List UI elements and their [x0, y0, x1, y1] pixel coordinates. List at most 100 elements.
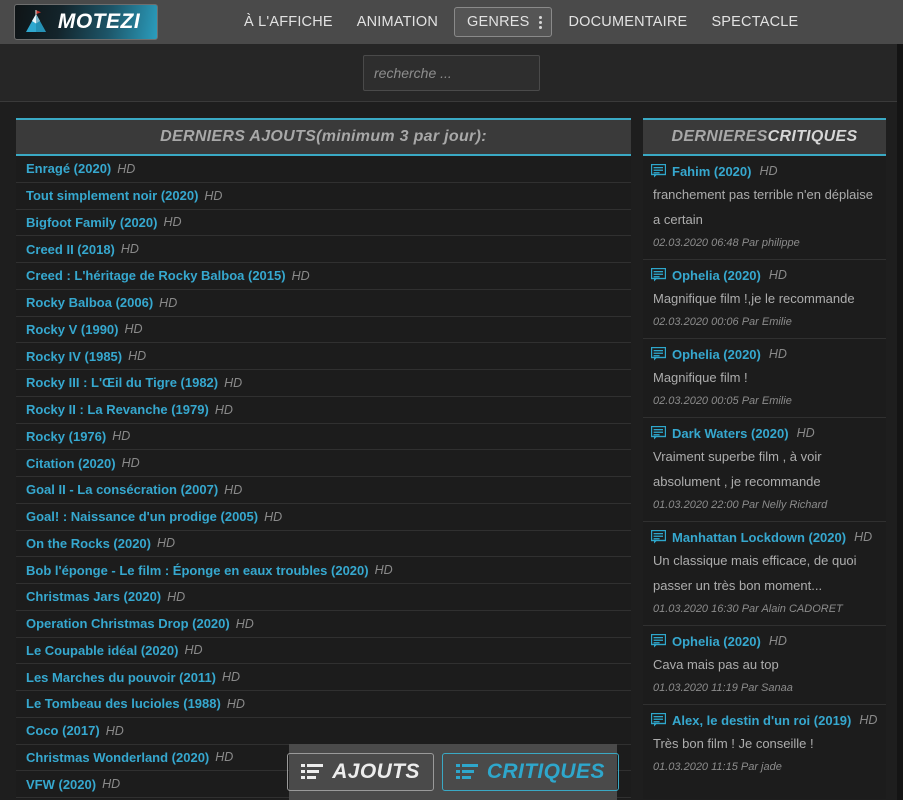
additions-item-quality: HD: [226, 696, 245, 711]
additions-item-quality: HD: [117, 161, 136, 176]
additions-item-title: Operation Christmas Drop (2020): [26, 616, 230, 632]
review-item: Dark Waters (2020) HD Vraiment superbe fil…: [643, 418, 886, 522]
review-item-meta: 01.03.2020 16:30 Par Alain CADORET: [653, 603, 843, 615]
additions-list-item[interactable]: Goal! : Naissance d'un prodige (2005) HD: [16, 504, 631, 531]
review-item-header[interactable]: Ophelia (2020) HD: [651, 630, 878, 652]
additions-item-title: Les Marches du pouvoir (2011): [26, 669, 217, 685]
additions-list-item[interactable]: Tout simplement noir (2020) HD: [16, 183, 631, 210]
review-item-header[interactable]: Alex, le destin d'un roi (2019) HD: [651, 709, 878, 731]
additions-list-item[interactable]: Bigfoot Family (2020) HD: [16, 210, 631, 237]
additions-item-quality: HD: [128, 349, 147, 364]
review-item-meta: 01.03.2020 22:00 Par Nelly Richard: [653, 499, 828, 511]
additions-item-quality: HD: [184, 643, 203, 658]
mountain-flag-icon: [26, 10, 46, 32]
additions-list: Enragé (2020) HD Tout simplement noir (202…: [16, 156, 631, 798]
additions-list-item[interactable]: Goal II - La consécration (2007) HD: [16, 477, 631, 504]
additions-item-title: Le Coupable idéal (2020): [26, 642, 179, 658]
additions-list-item[interactable]: Creed : L'héritage de Rocky Balboa (2015…: [16, 263, 631, 290]
comment-icon: [651, 268, 666, 282]
review-item-title: Dark Waters (2020): [672, 425, 789, 441]
review-item-quality: HD: [854, 530, 873, 544]
additions-item-title: Rocky Balboa (2006): [26, 295, 154, 311]
additions-item-quality: HD: [222, 670, 241, 685]
review-item-meta: 02.03.2020 00:06 Par Emilie: [653, 316, 792, 328]
page-scrollbar[interactable]: [897, 44, 903, 800]
additions-list-item[interactable]: Les Marches du pouvoir (2011) HD: [16, 664, 631, 691]
review-item-header[interactable]: Ophelia (2020) HD: [651, 264, 878, 286]
additions-list-item[interactable]: Creed II (2018) HD: [16, 236, 631, 263]
additions-list-item[interactable]: Le Coupable idéal (2020) HD: [16, 638, 631, 665]
additions-item-title: Christmas Wonderland (2020): [26, 749, 210, 765]
review-item-quality: HD: [768, 634, 787, 648]
toggle-critiques-button[interactable]: CRITIQUES: [441, 753, 619, 791]
review-item-title: Ophelia (2020): [672, 346, 761, 362]
additions-list-item[interactable]: Rocky III : L'Œil du Tigre (1982) HD: [16, 370, 631, 397]
additions-list-item[interactable]: Rocky IV (1985) HD: [16, 343, 631, 370]
additions-panel-header: DERNIERS AJOUTS (minimum 3 par jour):: [16, 118, 631, 156]
additions-list-item[interactable]: Enragé (2020) HD: [16, 156, 631, 183]
additions-list-item[interactable]: Bob l'éponge - Le film : Éponge en eaux …: [16, 557, 631, 584]
review-item-text: Vraiment superbe film , à voir absolumen…: [653, 449, 822, 489]
additions-item-title: Christmas Jars (2020): [26, 589, 162, 605]
nav-item-animation[interactable]: ANIMATION: [345, 8, 450, 36]
main-content: DERNIERS AJOUTS (minimum 3 par jour): En…: [0, 102, 903, 799]
comment-icon: [651, 530, 666, 544]
additions-list-item[interactable]: Rocky Balboa (2006) HD: [16, 290, 631, 317]
additions-item-title: Bigfoot Family (2020): [26, 214, 158, 230]
additions-item-quality: HD: [204, 188, 223, 203]
toggle-ajouts-button[interactable]: AJOUTS: [287, 753, 434, 791]
additions-panel: DERNIERS AJOUTS (minimum 3 par jour): En…: [16, 118, 631, 799]
review-item-header[interactable]: Manhattan Lockdown (2020) HD: [651, 526, 878, 548]
additions-item-quality: HD: [105, 723, 124, 738]
review-item-title: Fahim (2020): [672, 163, 752, 179]
review-item-title: Alex, le destin d'un roi (2019): [672, 712, 852, 728]
review-item-quality: HD: [759, 164, 778, 178]
toggle-ajouts-label: AJOUTS: [332, 760, 420, 783]
additions-item-quality: HD: [120, 242, 139, 257]
review-item-text: Cava mais pas au top: [653, 657, 779, 672]
kebab-menu-icon[interactable]: [539, 15, 543, 29]
review-item-header[interactable]: Fahim (2020) HD: [651, 160, 878, 182]
comment-icon: [651, 426, 666, 440]
additions-item-quality: HD: [374, 563, 393, 578]
additions-list-item[interactable]: Rocky II : La Revanche (1979) HD: [16, 397, 631, 424]
additions-item-quality: HD: [235, 616, 254, 631]
additions-list-item[interactable]: On the Rocks (2020) HD: [16, 531, 631, 558]
review-item: Fahim (2020) HD franchement pas terrible n…: [643, 156, 886, 260]
review-item: Ophelia (2020) HD Cava mais pas au top 01.0…: [643, 626, 886, 705]
review-item-quality: HD: [768, 347, 787, 361]
reviews-panel-header: DERNIERES CRITIQUES: [643, 118, 886, 156]
nav-item-spectacle[interactable]: SPECTACLE: [699, 8, 810, 36]
additions-item-quality: HD: [224, 375, 243, 390]
review-item-header[interactable]: Ophelia (2020) HD: [651, 343, 878, 365]
top-navbar: MOTEZI À L'AFFICHE ANIMATION GENRES DOCU…: [0, 0, 903, 44]
additions-list-item[interactable]: Rocky V (1990) HD: [16, 317, 631, 344]
review-item-meta: 01.03.2020 11:15 Par jade: [653, 761, 782, 773]
additions-item-title: Goal! : Naissance d'un prodige (2005): [26, 509, 259, 525]
comment-icon: [651, 164, 666, 178]
list-icon: [455, 764, 478, 779]
additions-item-quality: HD: [102, 777, 121, 792]
review-item-quality: HD: [768, 268, 787, 282]
additions-list-item[interactable]: Citation (2020) HD: [16, 450, 631, 477]
additions-item-title: Rocky V (1990): [26, 321, 119, 337]
additions-item-title: Tout simplement noir (2020): [26, 188, 199, 204]
brand-logo-button[interactable]: MOTEZI: [14, 4, 158, 40]
review-item: Manhattan Lockdown (2020) HD Un classique …: [643, 522, 886, 626]
additions-list-item[interactable]: Le Tombeau des lucioles (1988) HD: [16, 691, 631, 718]
additions-list-item[interactable]: Operation Christmas Drop (2020) HD: [16, 611, 631, 638]
additions-list-item[interactable]: Coco (2017) HD: [16, 718, 631, 745]
nav-item-genres[interactable]: GENRES: [454, 7, 553, 37]
additions-item-quality: HD: [163, 215, 182, 230]
nav-item-documentaire[interactable]: DOCUMENTAIRE: [556, 8, 699, 36]
reviews-panel-title-main: CRITIQUES: [767, 128, 858, 145]
review-item-title: Manhattan Lockdown (2020): [672, 529, 847, 545]
nav-item-a-l-affiche[interactable]: À L'AFFICHE: [232, 8, 345, 36]
additions-list-item[interactable]: Christmas Jars (2020) HD: [16, 584, 631, 611]
nav-links: À L'AFFICHE ANIMATION GENRES DOCUMENTAIR…: [232, 7, 810, 37]
additions-item-title: Creed II (2018): [26, 241, 115, 257]
list-icon: [301, 764, 324, 779]
additions-list-item[interactable]: Rocky (1976) HD: [16, 424, 631, 451]
review-item-header[interactable]: Dark Waters (2020) HD: [651, 422, 878, 444]
search-input[interactable]: [363, 54, 540, 91]
